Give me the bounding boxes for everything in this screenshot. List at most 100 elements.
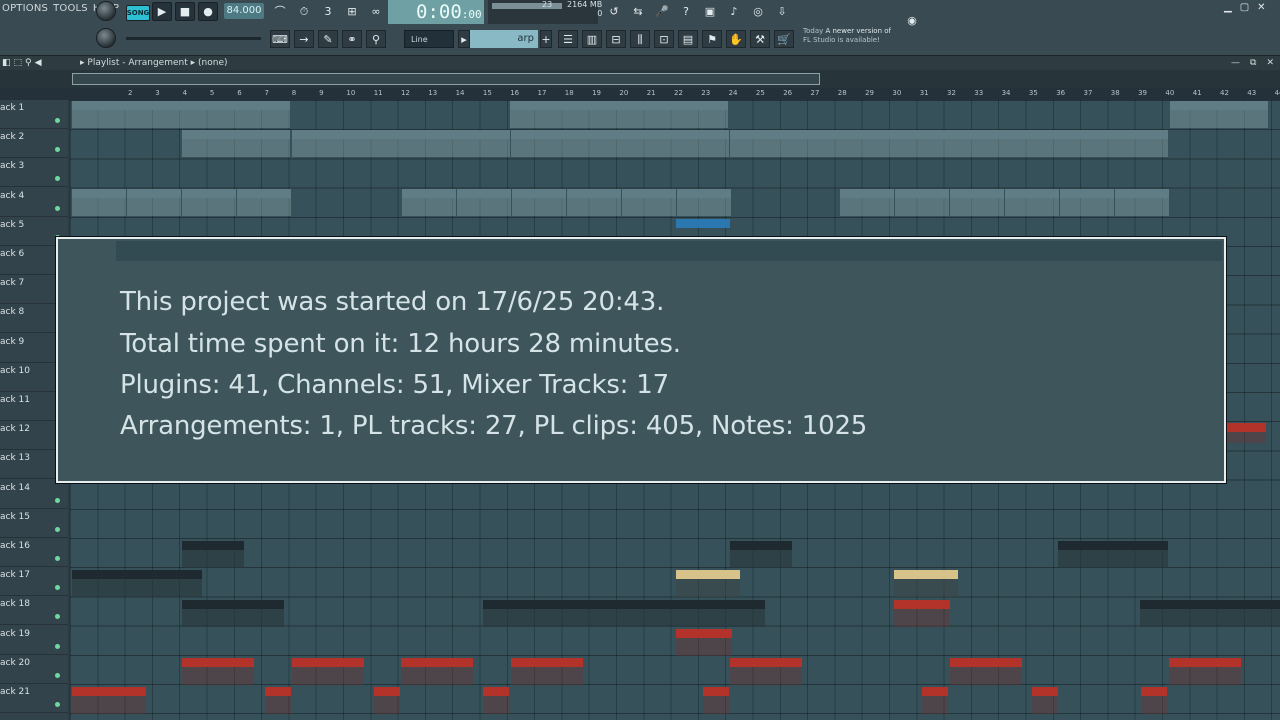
piano-roll-icon[interactable]: ▥ bbox=[582, 30, 602, 48]
countdown-icon[interactable]: 3 bbox=[318, 3, 338, 21]
pattern-prev-icon[interactable]: ▸ bbox=[458, 30, 470, 48]
ruler-bar-number[interactable]: 34 bbox=[1002, 89, 1011, 97]
wait-icon[interactable]: ⏱ bbox=[294, 3, 314, 21]
clip-arp2[interactable]: Arp2 bbox=[1060, 189, 1114, 216]
playlist-overview[interactable] bbox=[0, 70, 1280, 88]
playlist-tools-icon[interactable]: ◧⬚⚲◀ bbox=[2, 56, 45, 70]
ruler-bar-number[interactable]: 29 bbox=[865, 89, 874, 97]
track-mute-led[interactable] bbox=[55, 176, 60, 182]
track-header[interactable]: ack 4 bbox=[0, 188, 68, 217]
playlist-icon[interactable]: ☰ bbox=[558, 30, 578, 48]
plugin-picker-icon[interactable]: ⚑ bbox=[702, 30, 722, 48]
ruler-bar-number[interactable]: 25 bbox=[756, 89, 765, 97]
track-header[interactable]: ack 14 bbox=[0, 480, 68, 509]
track-header[interactable]: ack 2 bbox=[0, 129, 68, 159]
keyboard-icon[interactable]: ⌨ bbox=[270, 30, 290, 48]
ruler-bar-number[interactable]: 44 bbox=[1275, 89, 1280, 97]
clip-ste[interactable]: Ste bbox=[1141, 687, 1167, 714]
ruler-bar-number[interactable]: 40 bbox=[1165, 89, 1174, 97]
ruler-bar-number[interactable]: 22 bbox=[674, 89, 683, 97]
clip-ste[interactable]: Ste bbox=[374, 687, 400, 714]
step-edit-icon[interactable]: ⊞ bbox=[342, 3, 362, 21]
track-mute-led[interactable] bbox=[55, 526, 60, 532]
play-button[interactable]: ▶ bbox=[152, 2, 172, 21]
track-mute-led[interactable] bbox=[55, 205, 60, 211]
ruler-bar-number[interactable]: 11 bbox=[374, 89, 383, 97]
clip-mel[interactable]: mel bbox=[182, 130, 290, 157]
ruler-bar-number[interactable]: 23 bbox=[701, 89, 710, 97]
shop-icon[interactable]: 🛒 bbox=[774, 30, 794, 48]
close-icon[interactable]: ✕ bbox=[1257, 2, 1265, 13]
render-icon[interactable]: ♪ bbox=[724, 3, 744, 21]
clip-param-freq[interactable]: Param...7 freq bbox=[894, 600, 950, 627]
track-header[interactable]: ack 16 bbox=[0, 538, 68, 567]
track-mute-led[interactable] bbox=[55, 672, 60, 678]
ruler-bar-number[interactable]: 14 bbox=[456, 89, 465, 97]
ruler-bar-number[interactable]: 13 bbox=[428, 89, 437, 97]
clip-8bit[interactable]: 8bit bbox=[72, 101, 290, 128]
tempo-display[interactable]: 84.000 bbox=[224, 3, 264, 19]
master-pitch-knob[interactable] bbox=[96, 28, 116, 48]
ruler-bar-number[interactable]: 2 bbox=[128, 89, 132, 97]
arrow-icon[interactable]: → bbox=[294, 30, 314, 48]
browser-icon[interactable]: ▤ bbox=[678, 30, 698, 48]
playlist-minimize-icon[interactable]: — bbox=[1231, 58, 1240, 68]
clip-arp[interactable]: arp bbox=[182, 189, 236, 216]
record-button[interactable]: ● bbox=[198, 2, 218, 21]
ruler-bar-number[interactable]: 17 bbox=[538, 89, 547, 97]
clip-arp[interactable]: arp bbox=[677, 189, 731, 216]
stamp-icon[interactable]: ⚲ bbox=[366, 30, 386, 48]
track-mute-led[interactable] bbox=[55, 614, 60, 620]
clip-white-noise[interactable]: white-n...-release bbox=[950, 658, 1022, 685]
ruler-bar-number[interactable]: 36 bbox=[1056, 89, 1065, 97]
ruler-bar-number[interactable]: 12 bbox=[401, 89, 410, 97]
download-icon[interactable]: ⇩ bbox=[772, 3, 792, 21]
clip-bitcrush[interactable]: kHs Bitcrush - Mix level #2 bbox=[483, 600, 765, 627]
clip-8bit[interactable]: 8bit bbox=[1170, 101, 1268, 128]
clip-arp2[interactable]: Arp2 bbox=[457, 189, 511, 216]
ruler-bar-number[interactable]: 16 bbox=[510, 89, 519, 97]
ruler-bar-number[interactable]: 30 bbox=[892, 89, 901, 97]
ruler-bar-number[interactable]: 41 bbox=[1193, 89, 1202, 97]
ruler-bar-number[interactable]: 8 bbox=[292, 89, 296, 97]
clip-white-noise[interactable]: white-n...-release bbox=[292, 658, 364, 685]
clip-master-saturation[interactable]: Master...aration bbox=[894, 570, 958, 597]
clip-ste[interactable]: Ste bbox=[1032, 687, 1058, 714]
track-mute-led[interactable] bbox=[55, 585, 60, 591]
track-header[interactable]: ack 21 bbox=[0, 684, 68, 713]
ruler-bar-number[interactable]: 20 bbox=[619, 89, 628, 97]
minimize-icon[interactable]: ▁ bbox=[1224, 2, 1232, 13]
ruler-bar-number[interactable]: 42 bbox=[1220, 89, 1229, 97]
master-slider[interactable] bbox=[126, 37, 261, 40]
clip-white-noise[interactable]: white-n...-release bbox=[730, 658, 802, 685]
undo-icon[interactable]: ↺ bbox=[604, 3, 624, 21]
ruler-bar-number[interactable]: 27 bbox=[811, 89, 820, 97]
ruler-bar-number[interactable]: 6 bbox=[237, 89, 241, 97]
ruler-bar-number[interactable]: 3 bbox=[155, 89, 159, 97]
clip-pitch-bend[interactable]: Pitch bend - C...nel volume #2 bbox=[1058, 541, 1168, 568]
ruler-bar-number[interactable]: 43 bbox=[1247, 89, 1256, 97]
pattern-add-icon[interactable]: + bbox=[540, 30, 552, 48]
track-mute-led[interactable] bbox=[55, 118, 60, 123]
clip-glocken[interactable]: glocken+Musicbox+triangel bbox=[511, 130, 729, 157]
track-mute-led[interactable] bbox=[55, 147, 60, 153]
clip-8bit[interactable]: 8bit bbox=[510, 101, 728, 128]
clip-perc2[interactable]: perc2 bbox=[730, 541, 792, 568]
timeline-ruler[interactable]: 2 3 4 5 6 7 8 9 10 11 12 13 14 15 16 17 18 19 20 21 22 23 24 25… bbox=[0, 88, 1280, 100]
playlist-restore-icon[interactable]: ⧉ bbox=[1250, 58, 1256, 68]
clip-pitch-volume[interactable]: Pitc...olume bbox=[676, 219, 730, 228]
track-header[interactable]: ack 20 bbox=[0, 655, 68, 684]
ruler-bar-number[interactable]: 5 bbox=[210, 89, 214, 97]
typing-icon[interactable]: ✎ bbox=[318, 30, 338, 48]
clip-white-noise[interactable]: white-n...-release bbox=[182, 658, 254, 685]
ruler-bar-number[interactable]: 15 bbox=[483, 89, 492, 97]
ruler-bar-number[interactable]: 33 bbox=[974, 89, 983, 97]
playlist-close-icon[interactable]: ✕ bbox=[1266, 58, 1274, 68]
clip-mel[interactable]: mel #2 bbox=[292, 130, 510, 157]
ruler-bar-number[interactable]: 4 bbox=[183, 89, 187, 97]
clip-arp2[interactable]: Arp2 bbox=[950, 189, 1004, 216]
ruler-bar-number[interactable]: 26 bbox=[783, 89, 792, 97]
overview-scroll-window[interactable] bbox=[72, 73, 820, 85]
track-mute-led[interactable] bbox=[55, 556, 60, 561]
undo-history-icon[interactable]: ⇆ bbox=[628, 3, 648, 21]
